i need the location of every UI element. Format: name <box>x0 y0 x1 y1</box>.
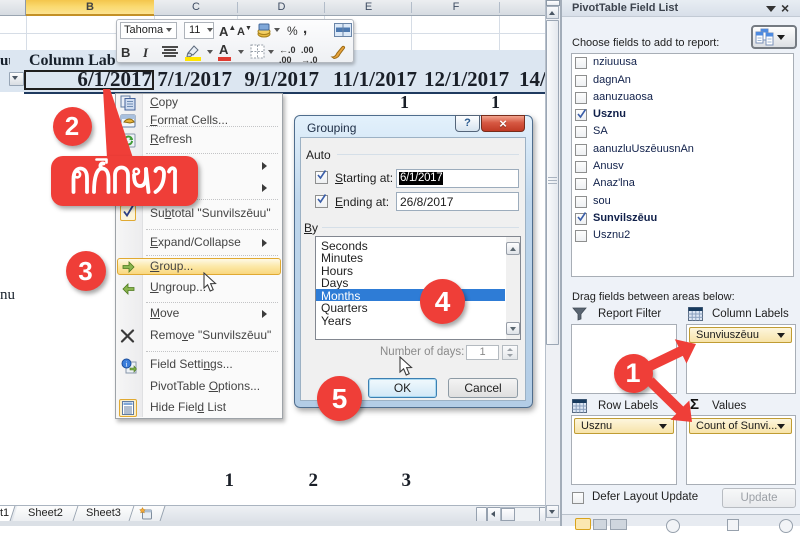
svg-text:i: i <box>126 360 128 368</box>
